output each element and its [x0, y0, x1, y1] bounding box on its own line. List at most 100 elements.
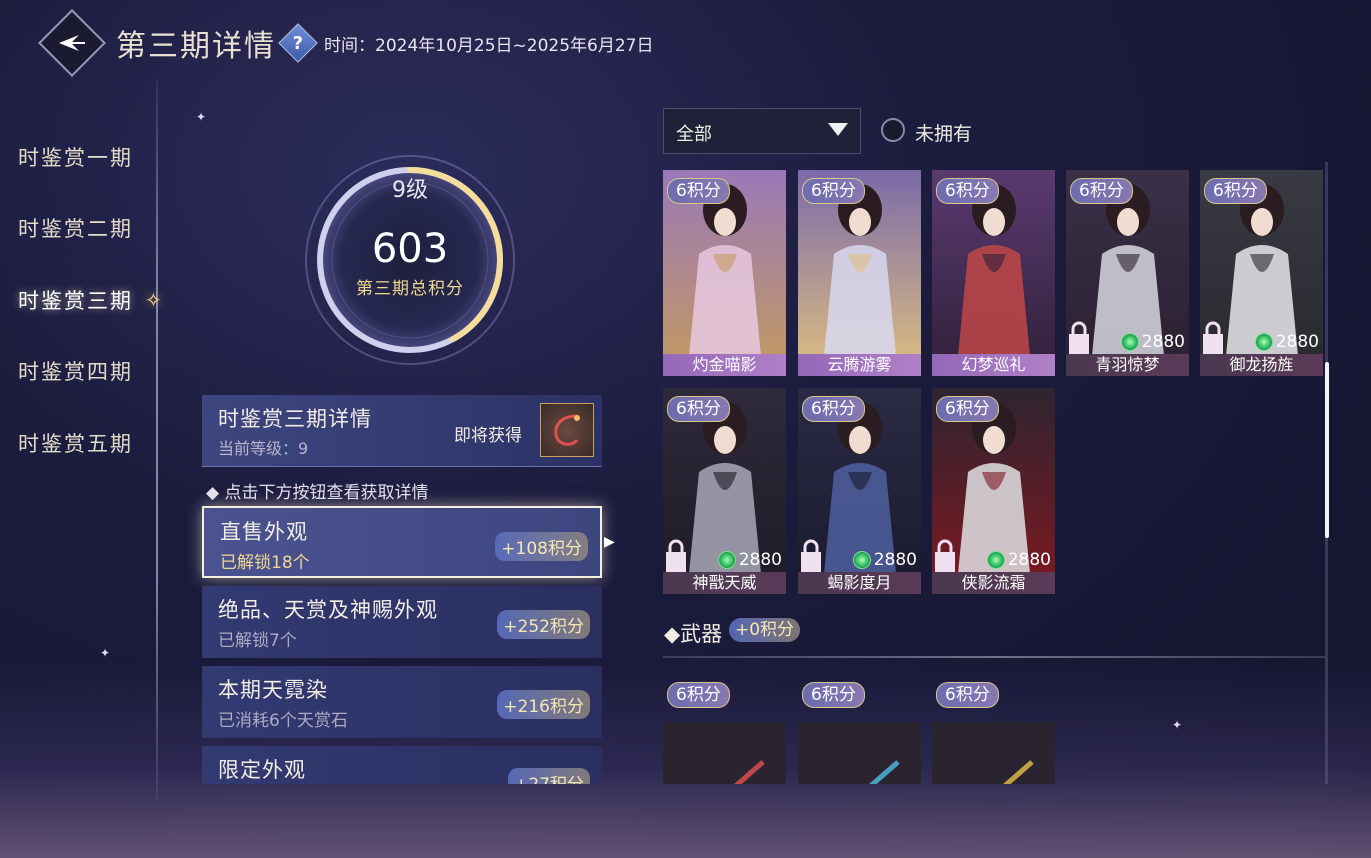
period-summary-card[interactable]: 时鉴赏三期详情 当前等级：9 即将获得: [202, 395, 602, 467]
jade-currency-icon: [1254, 333, 1273, 351]
not-owned-label[interactable]: 未拥有: [915, 119, 972, 146]
outfit-name: 青羽惊梦: [1066, 354, 1189, 376]
category-limited[interactable]: 限定外观 +27积分: [202, 746, 602, 784]
weapon-section-title: ◆武器: [664, 622, 723, 646]
hint-label: 点击下方按钮查看获取详情: [224, 483, 429, 503]
page-title: 第三期详情: [116, 29, 276, 64]
outfit-card[interactable]: 6积分 2880 青羽惊梦: [1066, 170, 1189, 376]
category-points: +27积分: [508, 768, 590, 784]
level-label: 9级: [392, 178, 428, 203]
weapon-title: 武器: [680, 622, 723, 646]
sidebar-divider: [156, 80, 158, 800]
outfit-card[interactable]: 6积分幻梦巡礼: [932, 170, 1055, 376]
jade-currency-icon: [986, 551, 1005, 569]
jade-currency-icon: [852, 551, 871, 569]
points-badge: 6积分: [936, 682, 999, 708]
category-sub: 已消耗6个天赏石: [218, 711, 348, 731]
price-value: 2880: [1007, 550, 1051, 570]
outfit-card[interactable]: 6积分 2880 侠影流霜: [932, 388, 1055, 594]
category-sub: 已解锁7个: [218, 631, 297, 651]
sidebar-item-period-3[interactable]: 时鉴赏三期: [18, 285, 133, 315]
star-decoration: ✦: [196, 110, 207, 124]
category-direct-sale[interactable]: 直售外观 已解锁18个 +108积分: [202, 506, 602, 578]
outfit-price: 2880: [852, 550, 917, 570]
lock-icon: [1069, 321, 1089, 354]
points-badge: 6积分: [936, 396, 999, 422]
points-badge: 6积分: [1070, 178, 1133, 204]
outfit-card[interactable]: 6积分云腾游雾: [798, 170, 921, 376]
outfit-name: 御龙扬旌: [1200, 354, 1323, 376]
current-level: 当前等级：9: [218, 439, 309, 458]
outfit-name: 幻梦巡礼: [932, 354, 1055, 376]
weapon-card[interactable]: 6积分: [663, 674, 786, 784]
outfit-price: 2880: [986, 550, 1051, 570]
outfit-name: 云腾游雾: [798, 354, 921, 376]
total-score: 603: [371, 226, 449, 272]
lock-icon: [1203, 321, 1223, 354]
outfit-price: 2880: [1254, 332, 1319, 352]
price-value: 2880: [873, 550, 917, 570]
filter-value: 全部: [676, 124, 712, 145]
upcoming-reward-thumbnail[interactable]: [540, 403, 594, 457]
not-owned-radio[interactable]: [881, 118, 905, 142]
outfit-card[interactable]: 6积分 2880 神戬天威: [663, 388, 786, 594]
outfit-card[interactable]: 6积分 2880 御龙扬旌: [1200, 170, 1323, 376]
upcoming-reward-label: 即将获得: [454, 426, 522, 446]
category-dye[interactable]: 本期天霓染 已消耗6个天赏石 +216积分: [202, 666, 602, 738]
points-badge: 6积分: [802, 682, 865, 708]
level-ring: 9级 603 第三期总积分: [300, 150, 520, 370]
points-badge: 6积分: [667, 396, 730, 422]
category-name: 绝品、天赏及神赐外观: [218, 598, 438, 622]
price-value: 2880: [738, 550, 782, 570]
outfit-card[interactable]: 6积分 2880 蝎影度月: [798, 388, 921, 594]
header: 第三期详情 ? 时间：2024年10月25日~2025年6月27日: [38, 9, 654, 77]
sidebar-item-period-5[interactable]: 时鉴赏五期: [18, 428, 133, 458]
category-name: 直售外观: [220, 520, 308, 544]
outfit-name: 灼金喵影: [663, 354, 786, 376]
total-score-label: 第三期总积分: [356, 279, 464, 299]
weapon-card[interactable]: 6积分: [798, 674, 921, 784]
back-arrow-icon: [59, 35, 85, 51]
outfit-card[interactable]: 6积分灼金喵影: [663, 170, 786, 376]
points-badge: 6积分: [802, 396, 865, 422]
star-decoration: ✦: [1172, 718, 1183, 732]
outfit-price: 2880: [717, 550, 782, 570]
points-badge: 6积分: [1204, 178, 1267, 204]
sidebar-item-period-1[interactable]: 时鉴赏一期: [18, 142, 133, 172]
back-button[interactable]: [38, 9, 106, 77]
dropdown-arrow-icon: [828, 123, 848, 136]
points-badge: 6积分: [802, 178, 865, 204]
price-value: 2880: [1141, 332, 1185, 352]
help-symbol: ?: [292, 32, 304, 54]
category-name: 本期天霓染: [218, 678, 328, 702]
outfit-name: 蝎影度月: [798, 572, 921, 594]
weapon-card[interactable]: 6积分: [932, 674, 1055, 784]
filter-dropdown[interactable]: 全部: [663, 108, 861, 154]
category-premium[interactable]: 绝品、天赏及神赐外观 已解锁7个 +252积分: [202, 586, 602, 658]
lock-icon: [666, 539, 686, 572]
lock-icon: [801, 539, 821, 572]
sidebar-item-period-4[interactable]: 时鉴赏四期: [18, 356, 133, 386]
points-badge: 6积分: [936, 178, 999, 204]
outfit-price: 2880: [1120, 332, 1185, 352]
star-decoration: ✦: [100, 646, 111, 660]
category-points: +108积分: [495, 532, 588, 561]
active-sparkle-icon: ✧: [145, 288, 162, 312]
help-icon[interactable]: ?: [278, 23, 318, 63]
selected-arrow-icon: ▶: [604, 534, 615, 550]
points-badge: 6积分: [667, 178, 730, 204]
outfit-name: 神戬天威: [663, 572, 786, 594]
jade-currency-icon: [1120, 333, 1139, 351]
section-divider: [663, 656, 1325, 658]
category-points: +216积分: [497, 690, 590, 719]
scrollbar-thumb[interactable]: [1325, 362, 1329, 538]
hint-text: ◆ 点击下方按钮查看获取详情: [206, 483, 429, 503]
price-value: 2880: [1275, 332, 1319, 352]
category-sub: 已解锁18个: [220, 553, 310, 573]
sidebar-item-period-2[interactable]: 时鉴赏二期: [18, 213, 133, 243]
reward-ornament-icon: [554, 414, 580, 446]
lock-icon: [935, 539, 955, 572]
outfit-name: 侠影流霜: [932, 572, 1055, 594]
date-range: 时间：2024年10月25日~2025年6月27日: [324, 35, 654, 56]
weapon-points: +0积分: [729, 618, 801, 642]
